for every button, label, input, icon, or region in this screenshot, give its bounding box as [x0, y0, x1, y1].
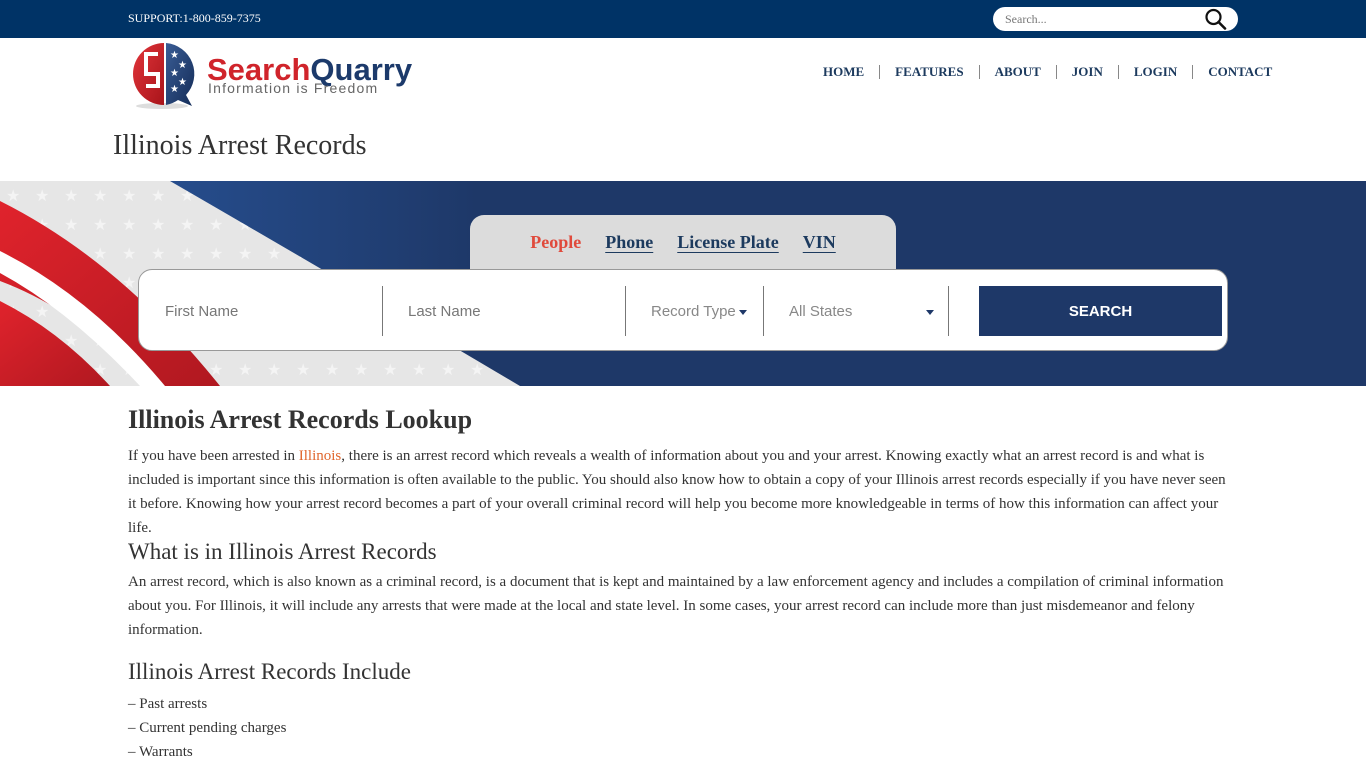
nav-home[interactable]: HOME [810, 64, 879, 80]
last-name-field [382, 286, 625, 336]
illinois-link[interactable]: Illinois [299, 448, 342, 464]
nav-login[interactable]: LOGIN [1119, 64, 1192, 80]
svg-text:★: ★ [178, 77, 187, 88]
article-heading: Illinois Arrest Records Lookup [128, 405, 473, 434]
logo-emblem-icon: ★★★★★ SearchQuarry Information is Freedo… [133, 43, 413, 109]
page-title: Illinois Arrest Records [113, 130, 367, 161]
article: Illinois Arrest Records Lookup If you ha… [128, 404, 1228, 764]
first-name-input[interactable] [139, 286, 382, 336]
state-label: All States [789, 302, 853, 320]
nav-contact[interactable]: CONTACT [1193, 64, 1287, 80]
svg-text:Information is Freedom: Information is Freedom [208, 80, 378, 96]
site-search [993, 7, 1238, 31]
people-search-form: Record Type All States SEARCH [138, 269, 1228, 351]
search-tabs: People Phone License Plate VIN [470, 215, 896, 275]
search-button[interactable]: SEARCH [979, 286, 1222, 336]
tab-phone[interactable]: Phone [605, 232, 653, 253]
first-name-field [139, 286, 382, 336]
includes-list: – Past arrests – Current pending charges… [128, 692, 1228, 764]
support-phone: SUPPORT:1-800-859-7375 [128, 11, 261, 25]
tab-license-plate[interactable]: License Plate [677, 232, 778, 253]
main-nav: HOME FEATURES ABOUT JOIN LOGIN CONTACT [810, 62, 1287, 82]
intro-paragraph: If you have been arrested in Illinois, t… [128, 448, 1226, 536]
tab-vin[interactable]: VIN [803, 232, 836, 253]
svg-text:★: ★ [178, 60, 187, 71]
section-paragraph: An arrest record, which is also known as… [128, 574, 1224, 638]
field-divider [625, 286, 626, 336]
record-type-label: Record Type [651, 302, 736, 320]
chevron-down-icon [738, 309, 747, 315]
list-item: – Current pending charges [128, 720, 287, 736]
list-item: – Past arrests [128, 696, 208, 712]
nav-join[interactable]: JOIN [1057, 64, 1118, 80]
list-item: – Warrants [128, 744, 193, 760]
record-type-select[interactable]: Record Type [651, 286, 763, 336]
last-name-input[interactable] [382, 286, 625, 336]
magnifier-icon[interactable] [1204, 8, 1228, 30]
nav-features[interactable]: FEATURES [880, 64, 978, 80]
field-divider [948, 286, 949, 336]
chevron-down-icon [926, 310, 934, 315]
nav-about[interactable]: ABOUT [980, 64, 1056, 80]
section-heading-include: Illinois Arrest Records Include [128, 659, 411, 684]
field-divider [763, 286, 764, 336]
state-select[interactable]: All States [789, 286, 934, 336]
top-bar: SUPPORT:1-800-859-7375 [0, 0, 1366, 38]
tab-people[interactable]: People [530, 232, 581, 253]
brand-logo[interactable]: ★ ★ ★ ★ ★ SearchQuarry Information is Freedo… [128, 40, 428, 110]
section-heading-what-is: What is in Illinois Arrest Records [128, 539, 437, 564]
site-search-input[interactable] [1005, 10, 1195, 28]
svg-text:★: ★ [170, 84, 179, 95]
